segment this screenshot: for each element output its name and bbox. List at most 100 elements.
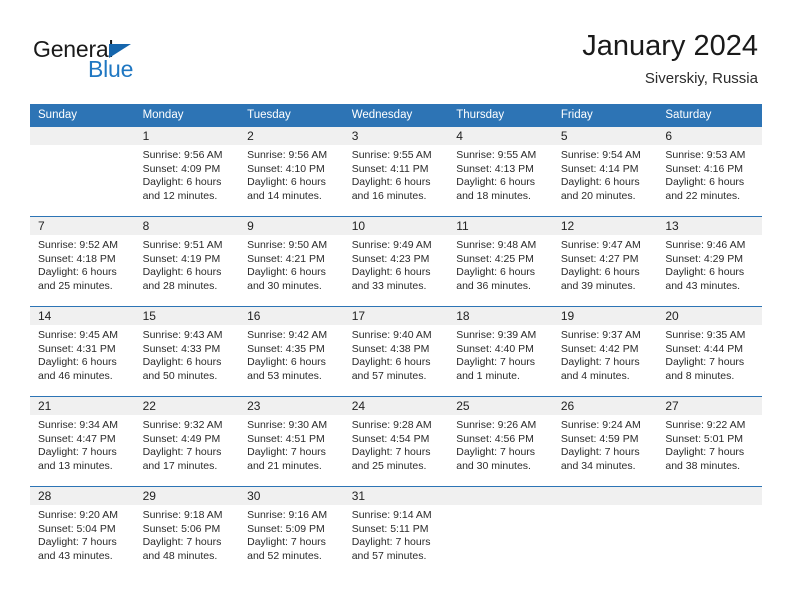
daylight-text-line2: and 38 minutes.: [665, 459, 741, 472]
calendar-week-row: 1 Sunrise: 9:56 AM Sunset: 4:09 PM Daylight…: [30, 126, 762, 216]
daylight-text-line1: Daylight: 6 hours: [351, 356, 431, 369]
sunrise-text: Sunrise: 9:32 AM: [142, 419, 223, 431]
day-number: 23: [239, 397, 344, 415]
sunrise-text: Sunrise: 9:20 AM: [38, 509, 118, 521]
calendar-day-cell[interactable]: 24 Sunrise: 9:28 AM Sunset: 4:54 PM Dayligh…: [343, 396, 449, 486]
sunset-text: Sunset: 4:38 PM: [351, 342, 430, 355]
day-number: 13: [657, 217, 762, 235]
day-cell-inner: 11 Sunrise: 9:48 AM Sunset: 4:25 PM Dayligh…: [448, 216, 553, 306]
calendar-day-cell[interactable]: 26 Sunrise: 9:24 AM Sunset: 4:59 PM Dayligh…: [552, 396, 658, 486]
daylight-text-line2: and 39 minutes.: [560, 279, 636, 292]
daylight-text-line2: and 43 minutes.: [665, 279, 741, 292]
calendar-day-cell[interactable]: 1 Sunrise: 9:56 AM Sunset: 4:09 PM Daylight…: [134, 126, 240, 216]
daylight-text-line2: and 50 minutes.: [142, 369, 218, 382]
calendar-day-cell[interactable]: 31 Sunrise: 9:14 AM Sunset: 5:11 PM Dayligh…: [343, 486, 449, 576]
calendar-day-cell[interactable]: 18 Sunrise: 9:39 AM Sunset: 4:40 PM Dayligh…: [448, 306, 553, 396]
calendar-day-cell[interactable]: 13 Sunrise: 9:46 AM Sunset: 4:29 PM Dayligh…: [657, 216, 762, 306]
calendar-day-cell[interactable]: 10 Sunrise: 9:49 AM Sunset: 4:23 PM Dayligh…: [343, 216, 449, 306]
daylight-text-line2: and 14 minutes.: [247, 189, 322, 202]
day-number: 9: [239, 217, 344, 235]
title-block: January 2024 Siverskiy, Russia: [582, 28, 758, 90]
calendar-day-cell[interactable]: 20 Sunrise: 9:35 AM Sunset: 4:44 PM Dayligh…: [657, 306, 762, 396]
day-cell-details: Sunrise: 9:40 AM Sunset: 4:38 PM Daylight:…: [344, 325, 449, 383]
weekday-header-saturday: Saturday: [657, 104, 762, 126]
sunset-text: Sunset: 4:31 PM: [38, 342, 116, 355]
daylight-text-line2: and 52 minutes.: [247, 549, 322, 562]
day-cell-inner: 25 Sunrise: 9:26 AM Sunset: 4:56 PM Dayligh…: [448, 396, 553, 486]
sunset-text: Sunset: 5:01 PM: [665, 432, 744, 445]
calendar-day-cell[interactable]: 6 Sunrise: 9:53 AM Sunset: 4:16 PM Daylight…: [657, 126, 762, 216]
day-number: 14: [30, 307, 135, 325]
calendar-day-cell[interactable]: 3 Sunrise: 9:55 AM Sunset: 4:11 PM Daylight…: [343, 126, 449, 216]
calendar-day-cell[interactable]: 28 Sunrise: 9:20 AM Sunset: 5:04 PM Dayligh…: [30, 486, 135, 576]
daylight-text-line1: Daylight: 6 hours: [560, 266, 640, 279]
calendar-day-cell[interactable]: 22 Sunrise: 9:32 AM Sunset: 4:49 PM Dayligh…: [134, 396, 240, 486]
day-number: 3: [343, 127, 449, 145]
daylight-text-line1: Daylight: 7 hours: [38, 536, 117, 549]
calendar-day-cell[interactable]: 29 Sunrise: 9:18 AM Sunset: 5:06 PM Dayligh…: [134, 486, 240, 576]
weekday-header-tuesday: Tuesday: [239, 104, 344, 126]
calendar-day-cell[interactable]: [552, 486, 658, 576]
day-cell-inner: 14 Sunrise: 9:45 AM Sunset: 4:31 PM Dayligh…: [30, 306, 135, 396]
day-number: [30, 127, 135, 145]
day-cell-details: Sunrise: 9:18 AM Sunset: 5:06 PM Daylight:…: [135, 505, 240, 563]
calendar-day-cell[interactable]: 30 Sunrise: 9:16 AM Sunset: 5:09 PM Dayligh…: [239, 486, 344, 576]
calendar-day-cell[interactable]: 15 Sunrise: 9:43 AM Sunset: 4:33 PM Dayligh…: [134, 306, 240, 396]
day-number: 4: [448, 127, 553, 145]
logo-text-blue: Blue: [88, 56, 134, 82]
day-cell-inner: 5 Sunrise: 9:54 AM Sunset: 4:14 PM Daylight…: [552, 126, 658, 216]
daylight-text-line1: Daylight: 7 hours: [665, 446, 745, 459]
day-cell-details: Sunrise: 9:46 AM Sunset: 4:29 PM Daylight:…: [657, 235, 762, 293]
day-cell-inner: 17 Sunrise: 9:40 AM Sunset: 4:38 PM Dayligh…: [343, 306, 449, 396]
day-cell-inner: 19 Sunrise: 9:37 AM Sunset: 4:42 PM Dayligh…: [552, 306, 658, 396]
calendar-header-row: Sunday Monday Tuesday Wednesday Thursday…: [30, 104, 762, 126]
daylight-text-line2: and 16 minutes.: [351, 189, 427, 202]
calendar-day-cell[interactable]: 12 Sunrise: 9:47 AM Sunset: 4:27 PM Dayligh…: [552, 216, 658, 306]
calendar-day-cell[interactable]: 8 Sunrise: 9:51 AM Sunset: 4:19 PM Daylight…: [134, 216, 240, 306]
sunset-text: Sunset: 4:13 PM: [456, 162, 534, 175]
day-cell-inner: 28 Sunrise: 9:20 AM Sunset: 5:04 PM Dayligh…: [30, 486, 135, 576]
day-cell-inner: 22 Sunrise: 9:32 AM Sunset: 4:49 PM Dayligh…: [134, 396, 240, 486]
calendar-day-cell[interactable]: [657, 486, 762, 576]
calendar-day-cell[interactable]: 4 Sunrise: 9:55 AM Sunset: 4:13 PM Daylight…: [448, 126, 553, 216]
daylight-text-line1: Daylight: 7 hours: [38, 446, 117, 459]
daylight-text-line1: Daylight: 7 hours: [456, 446, 536, 459]
calendar-day-cell[interactable]: 14 Sunrise: 9:45 AM Sunset: 4:31 PM Dayligh…: [30, 306, 135, 396]
sunset-text: Sunset: 4:42 PM: [560, 342, 639, 355]
sunrise-text: Sunrise: 9:34 AM: [38, 419, 118, 431]
calendar-day-cell[interactable]: 5 Sunrise: 9:54 AM Sunset: 4:14 PM Daylight…: [552, 126, 658, 216]
sunrise-text: Sunrise: 9:56 AM: [247, 149, 328, 161]
day-cell-details: Sunrise: 9:50 AM Sunset: 4:21 PM Daylight:…: [239, 235, 344, 293]
calendar-day-cell[interactable]: 16 Sunrise: 9:42 AM Sunset: 4:35 PM Dayligh…: [239, 306, 344, 396]
day-cell-inner: 1 Sunrise: 9:56 AM Sunset: 4:09 PM Daylight…: [134, 126, 240, 216]
calendar-day-cell[interactable]: [448, 486, 553, 576]
calendar-day-cell[interactable]: 27 Sunrise: 9:22 AM Sunset: 5:01 PM Dayligh…: [657, 396, 762, 486]
day-number: 18: [448, 307, 553, 325]
day-cell-details: Sunrise: 9:37 AM Sunset: 4:42 PM Daylight:…: [553, 325, 658, 383]
daylight-text-line2: and 30 minutes.: [247, 279, 322, 292]
sunrise-text: Sunrise: 9:26 AM: [456, 419, 537, 431]
calendar-day-cell[interactable]: 21 Sunrise: 9:34 AM Sunset: 4:47 PM Dayligh…: [30, 396, 135, 486]
calendar-day-cell[interactable]: 2 Sunrise: 9:56 AM Sunset: 4:10 PM Daylight…: [239, 126, 344, 216]
day-cell-details: Sunrise: 9:49 AM Sunset: 4:23 PM Daylight:…: [344, 235, 449, 293]
sunset-text: Sunset: 4:56 PM: [456, 432, 534, 445]
day-cell-details: Sunrise: 9:20 AM Sunset: 5:04 PM Daylight:…: [30, 505, 135, 563]
calendar-table: Sunday Monday Tuesday Wednesday Thursday…: [30, 104, 762, 576]
calendar-day-cell[interactable]: 9 Sunrise: 9:50 AM Sunset: 4:21 PM Daylight…: [239, 216, 344, 306]
day-number: 22: [134, 397, 240, 415]
calendar-day-cell[interactable]: 23 Sunrise: 9:30 AM Sunset: 4:51 PM Dayligh…: [239, 396, 344, 486]
sunset-text: Sunset: 4:21 PM: [247, 252, 325, 265]
calendar-day-cell[interactable]: 25 Sunrise: 9:26 AM Sunset: 4:56 PM Dayligh…: [448, 396, 553, 486]
calendar-day-cell[interactable]: 7 Sunrise: 9:52 AM Sunset: 4:18 PM Daylight…: [30, 216, 135, 306]
page-subtitle-location: Siverskiy, Russia: [644, 70, 758, 87]
sunset-text: Sunset: 4:11 PM: [351, 162, 429, 175]
calendar-day-cell[interactable]: [30, 126, 135, 216]
general-blue-logo[interactable]: General Blue: [33, 36, 253, 88]
day-cell-details: Sunrise: 9:47 AM Sunset: 4:27 PM Daylight:…: [553, 235, 658, 293]
sunrise-text: Sunrise: 9:55 AM: [351, 149, 432, 161]
daylight-text-line1: Daylight: 7 hours: [142, 536, 222, 549]
calendar-day-cell[interactable]: 17 Sunrise: 9:40 AM Sunset: 4:38 PM Dayligh…: [343, 306, 449, 396]
day-cell-details: Sunrise: 9:16 AM Sunset: 5:09 PM Daylight:…: [239, 505, 344, 563]
calendar-day-cell[interactable]: 19 Sunrise: 9:37 AM Sunset: 4:42 PM Dayligh…: [552, 306, 658, 396]
calendar-day-cell[interactable]: 11 Sunrise: 9:48 AM Sunset: 4:25 PM Dayligh…: [448, 216, 553, 306]
